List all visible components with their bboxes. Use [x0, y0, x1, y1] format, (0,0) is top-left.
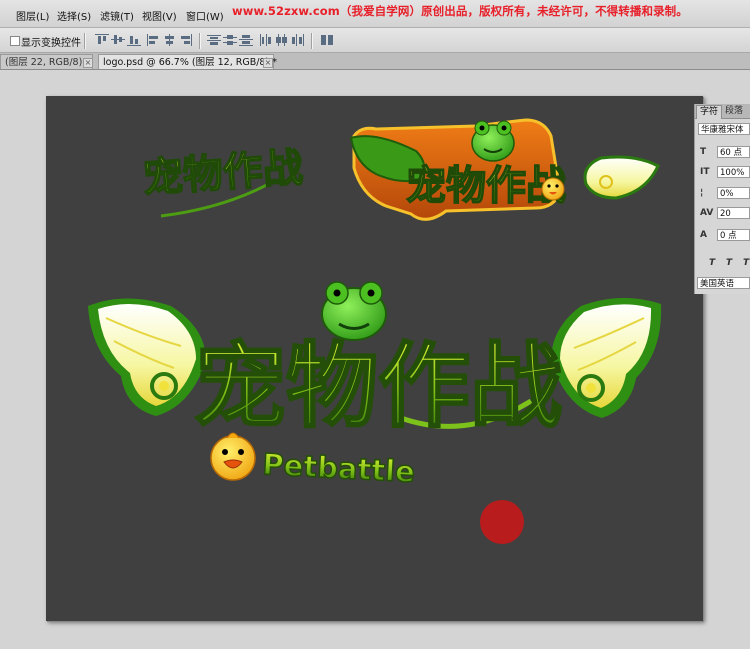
distribute-top-icon[interactable]: [207, 34, 221, 46]
font-size-icon: T: [700, 147, 707, 157]
distribute-hcenter-icon[interactable]: [275, 34, 289, 46]
tab-label: logo.psd @ 66.7% (图层 12, RGB/8) *: [103, 57, 277, 68]
all-caps-button[interactable]: T: [743, 258, 749, 268]
logo-artwork: 宠物作战 宠物作战 宠物作战 Petbattle: [88, 118, 662, 490]
distribute-vcenter-icon[interactable]: [223, 34, 237, 46]
document-canvas[interactable]: 宠物作战 宠物作战 宠物作战 Petbattle: [46, 96, 703, 621]
workspace: 宠物作战 宠物作战 宠物作战 Petbattle: [0, 70, 750, 649]
duck-icon: [210, 432, 256, 481]
options-divider: [199, 33, 201, 49]
left-wing-icon: [88, 298, 206, 416]
font-family-field[interactable]: 华康雅宋体: [698, 123, 750, 135]
options-bar: 显示变换控件: [0, 28, 750, 53]
show-transform-checkbox[interactable]: [10, 36, 20, 46]
menu-bar: 图层(L) 选择(S) 滤镜(T) 视图(V) 窗口(W) www.52zxw.…: [0, 0, 750, 28]
faux-bold-button[interactable]: T: [709, 258, 715, 268]
frog-icon: [471, 120, 515, 162]
vertical-scale-icon: IT: [700, 167, 710, 177]
align-right-icon[interactable]: [179, 34, 193, 46]
right-wing-icon: [551, 297, 662, 418]
menu-select[interactable]: 选择(S): [57, 8, 91, 23]
align-vcenter-icon[interactable]: [111, 34, 125, 46]
menu-view[interactable]: 视图(V): [142, 8, 177, 23]
align-hcenter-icon[interactable]: [163, 34, 177, 46]
font-size-field[interactable]: 60 点: [717, 146, 750, 158]
baseline-shift-field[interactable]: 0 点: [717, 229, 750, 241]
logo-subtitle-text: Petbattle: [262, 447, 416, 489]
cursor-highlight-icon: [480, 500, 524, 544]
menu-window[interactable]: 窗口(W): [186, 8, 224, 23]
faux-italic-button[interactable]: T: [726, 258, 732, 268]
tracking-percent-field[interactable]: 0%: [717, 187, 750, 199]
tab-paragraph[interactable]: 段落: [722, 105, 746, 118]
align-bottom-icon[interactable]: [127, 34, 141, 46]
logo-small: 宠物作战: [141, 144, 305, 218]
logo-badge: 宠物作战: [349, 118, 660, 221]
distribute-left-icon[interactable]: [259, 34, 273, 46]
kerning-field[interactable]: 20: [717, 207, 750, 219]
language-field[interactable]: 美国英语: [697, 277, 750, 289]
frog-icon: [321, 281, 387, 341]
align-left-icon[interactable]: [147, 34, 161, 46]
logo-large: 宠物作战 Petbattle: [88, 281, 662, 490]
tab-character[interactable]: 字符: [696, 105, 723, 119]
kerning-icon: AV: [700, 208, 714, 218]
watermark-text: www.52zxw.com（我爱自学网）原创出品，版权所有，未经许可，不得转播和…: [232, 4, 688, 18]
auto-align-icon[interactable]: [320, 34, 334, 46]
duck-icon: [541, 177, 565, 201]
menu-layer[interactable]: 图层(L): [16, 8, 49, 23]
document-tab-bar: (图层 22, RGB/8) * × logo.psd @ 66.7% (图层 …: [0, 53, 750, 70]
baseline-shift-icon: A: [700, 230, 707, 240]
tab-label: (图层 22, RGB/8) *: [5, 57, 91, 68]
distribute-right-icon[interactable]: [291, 34, 305, 46]
logo-small-text: 宠物作战: [141, 145, 304, 202]
options-divider: [84, 33, 86, 49]
options-divider: [311, 33, 313, 49]
logo-large-text: 宠物作战: [194, 333, 562, 440]
distribute-bottom-icon[interactable]: [239, 34, 253, 46]
tab-layer-22[interactable]: (图层 22, RGB/8) * ×: [0, 54, 93, 69]
vertical-scale-field[interactable]: 100%: [717, 166, 750, 178]
tracking-percent-icon: ¦: [700, 188, 704, 198]
align-top-icon[interactable]: [95, 34, 109, 46]
show-transform-label: 显示变换控件: [21, 38, 81, 49]
panel-tabs: 字符 段落: [695, 104, 750, 119]
close-icon[interactable]: ×: [263, 58, 273, 68]
tab-logo-psd[interactable]: logo.psd @ 66.7% (图层 12, RGB/8) * ×: [98, 54, 277, 69]
close-icon[interactable]: ×: [83, 58, 93, 68]
menu-filter[interactable]: 滤镜(T): [100, 8, 134, 23]
